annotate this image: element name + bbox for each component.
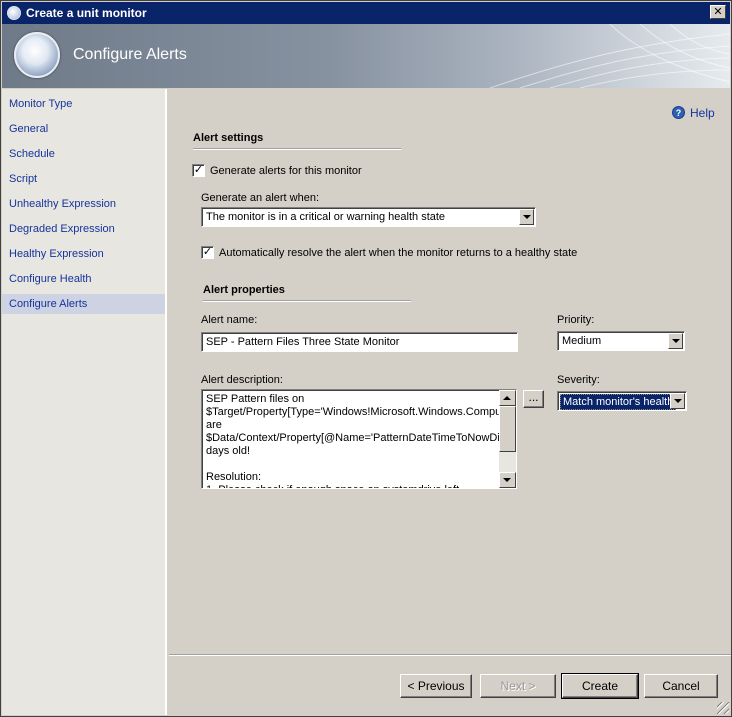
chevron-down-icon bbox=[674, 399, 682, 403]
footer-divider bbox=[169, 654, 731, 656]
title-bar: Create a unit monitor ✕ bbox=[2, 2, 730, 24]
priority-label: Priority: bbox=[557, 314, 595, 326]
create-button[interactable]: Create bbox=[561, 673, 639, 699]
nav-item-configure-health[interactable]: Configure Health bbox=[2, 269, 165, 289]
dialog-window: Create a unit monitor ✕ Configure Alerts… bbox=[0, 0, 732, 717]
severity-dropdown-button[interactable] bbox=[670, 393, 685, 409]
chevron-up-icon bbox=[503, 396, 511, 400]
scroll-down-button[interactable] bbox=[499, 472, 516, 488]
alert-properties-heading: Alert properties bbox=[203, 284, 285, 296]
help-link[interactable]: Help bbox=[690, 106, 715, 120]
resize-grip[interactable] bbox=[717, 702, 729, 714]
severity-value: Match monitor's health bbox=[560, 394, 677, 410]
description-scrollbar[interactable] bbox=[499, 390, 516, 488]
wizard-orb-icon bbox=[14, 32, 60, 78]
scroll-up-button[interactable] bbox=[499, 390, 516, 406]
next-button[interactable]: Next > bbox=[480, 674, 556, 698]
close-icon: ✕ bbox=[713, 6, 723, 18]
previous-button[interactable]: < Previous bbox=[400, 674, 472, 698]
generate-when-value: The monitor is in a critical or warning … bbox=[206, 211, 446, 223]
alert-description-text: SEP Pattern files on $Target/Property[Ty… bbox=[206, 393, 517, 488]
wizard-nav: Monitor Type General Schedule Script Unh… bbox=[2, 89, 167, 715]
generate-when-label: Generate an alert when: bbox=[201, 192, 320, 204]
auto-resolve-checkbox[interactable]: ✓ bbox=[201, 246, 214, 259]
chevron-down-icon bbox=[523, 215, 531, 219]
nav-item-monitor-type[interactable]: Monitor Type bbox=[2, 94, 165, 114]
nav-item-healthy-expression[interactable]: Healthy Expression bbox=[2, 244, 165, 264]
alert-settings-heading: Alert settings bbox=[193, 132, 264, 144]
nav-item-general[interactable]: General bbox=[2, 119, 165, 139]
alert-name-input[interactable]: SEP - Pattern Files Three State Monitor bbox=[201, 332, 518, 352]
severity-select[interactable]: Match monitor's health bbox=[557, 391, 687, 411]
help-icon[interactable]: ? bbox=[672, 106, 685, 119]
scroll-thumb[interactable] bbox=[499, 406, 516, 452]
priority-value: Medium bbox=[562, 335, 602, 347]
chevron-down-icon bbox=[672, 339, 680, 343]
alert-description-label: Alert description: bbox=[201, 374, 283, 386]
chevron-down-icon bbox=[503, 478, 511, 482]
priority-dropdown-button[interactable] bbox=[668, 333, 683, 349]
nav-item-degraded-expression[interactable]: Degraded Expression bbox=[2, 219, 165, 239]
generate-alerts-label: Generate alerts for this monitor bbox=[210, 165, 362, 177]
app-icon bbox=[7, 6, 21, 20]
generate-when-dropdown-button[interactable] bbox=[519, 209, 534, 225]
severity-label: Severity: bbox=[557, 374, 600, 386]
auto-resolve-label: Automatically resolve the alert when the… bbox=[219, 247, 578, 259]
banner-swirl-decoration bbox=[489, 24, 730, 88]
priority-select[interactable]: Medium bbox=[557, 331, 685, 351]
alert-name-label: Alert name: bbox=[201, 314, 258, 326]
alert-properties-divider bbox=[203, 300, 411, 302]
insert-parameter-button[interactable]: ... bbox=[523, 390, 544, 408]
content-panel: ? Help Alert settings ✓ Generate alerts … bbox=[169, 89, 731, 649]
window-title: Create a unit monitor bbox=[26, 6, 147, 20]
header-banner: Configure Alerts bbox=[2, 24, 730, 88]
generate-when-select[interactable]: The monitor is in a critical or warning … bbox=[201, 207, 536, 227]
nav-item-script[interactable]: Script bbox=[2, 169, 165, 189]
cancel-button[interactable]: Cancel bbox=[644, 674, 718, 698]
alert-settings-divider bbox=[193, 148, 401, 150]
nav-item-unhealthy-expression[interactable]: Unhealthy Expression bbox=[2, 194, 165, 214]
nav-item-configure-alerts[interactable]: Configure Alerts bbox=[2, 294, 165, 314]
generate-alerts-checkbox[interactable]: ✓ bbox=[192, 164, 205, 177]
close-button[interactable]: ✕ bbox=[710, 5, 726, 19]
nav-item-schedule[interactable]: Schedule bbox=[2, 144, 165, 164]
page-title: Configure Alerts bbox=[73, 46, 187, 63]
alert-description-textarea[interactable]: SEP Pattern files on $Target/Property[Ty… bbox=[201, 389, 517, 489]
